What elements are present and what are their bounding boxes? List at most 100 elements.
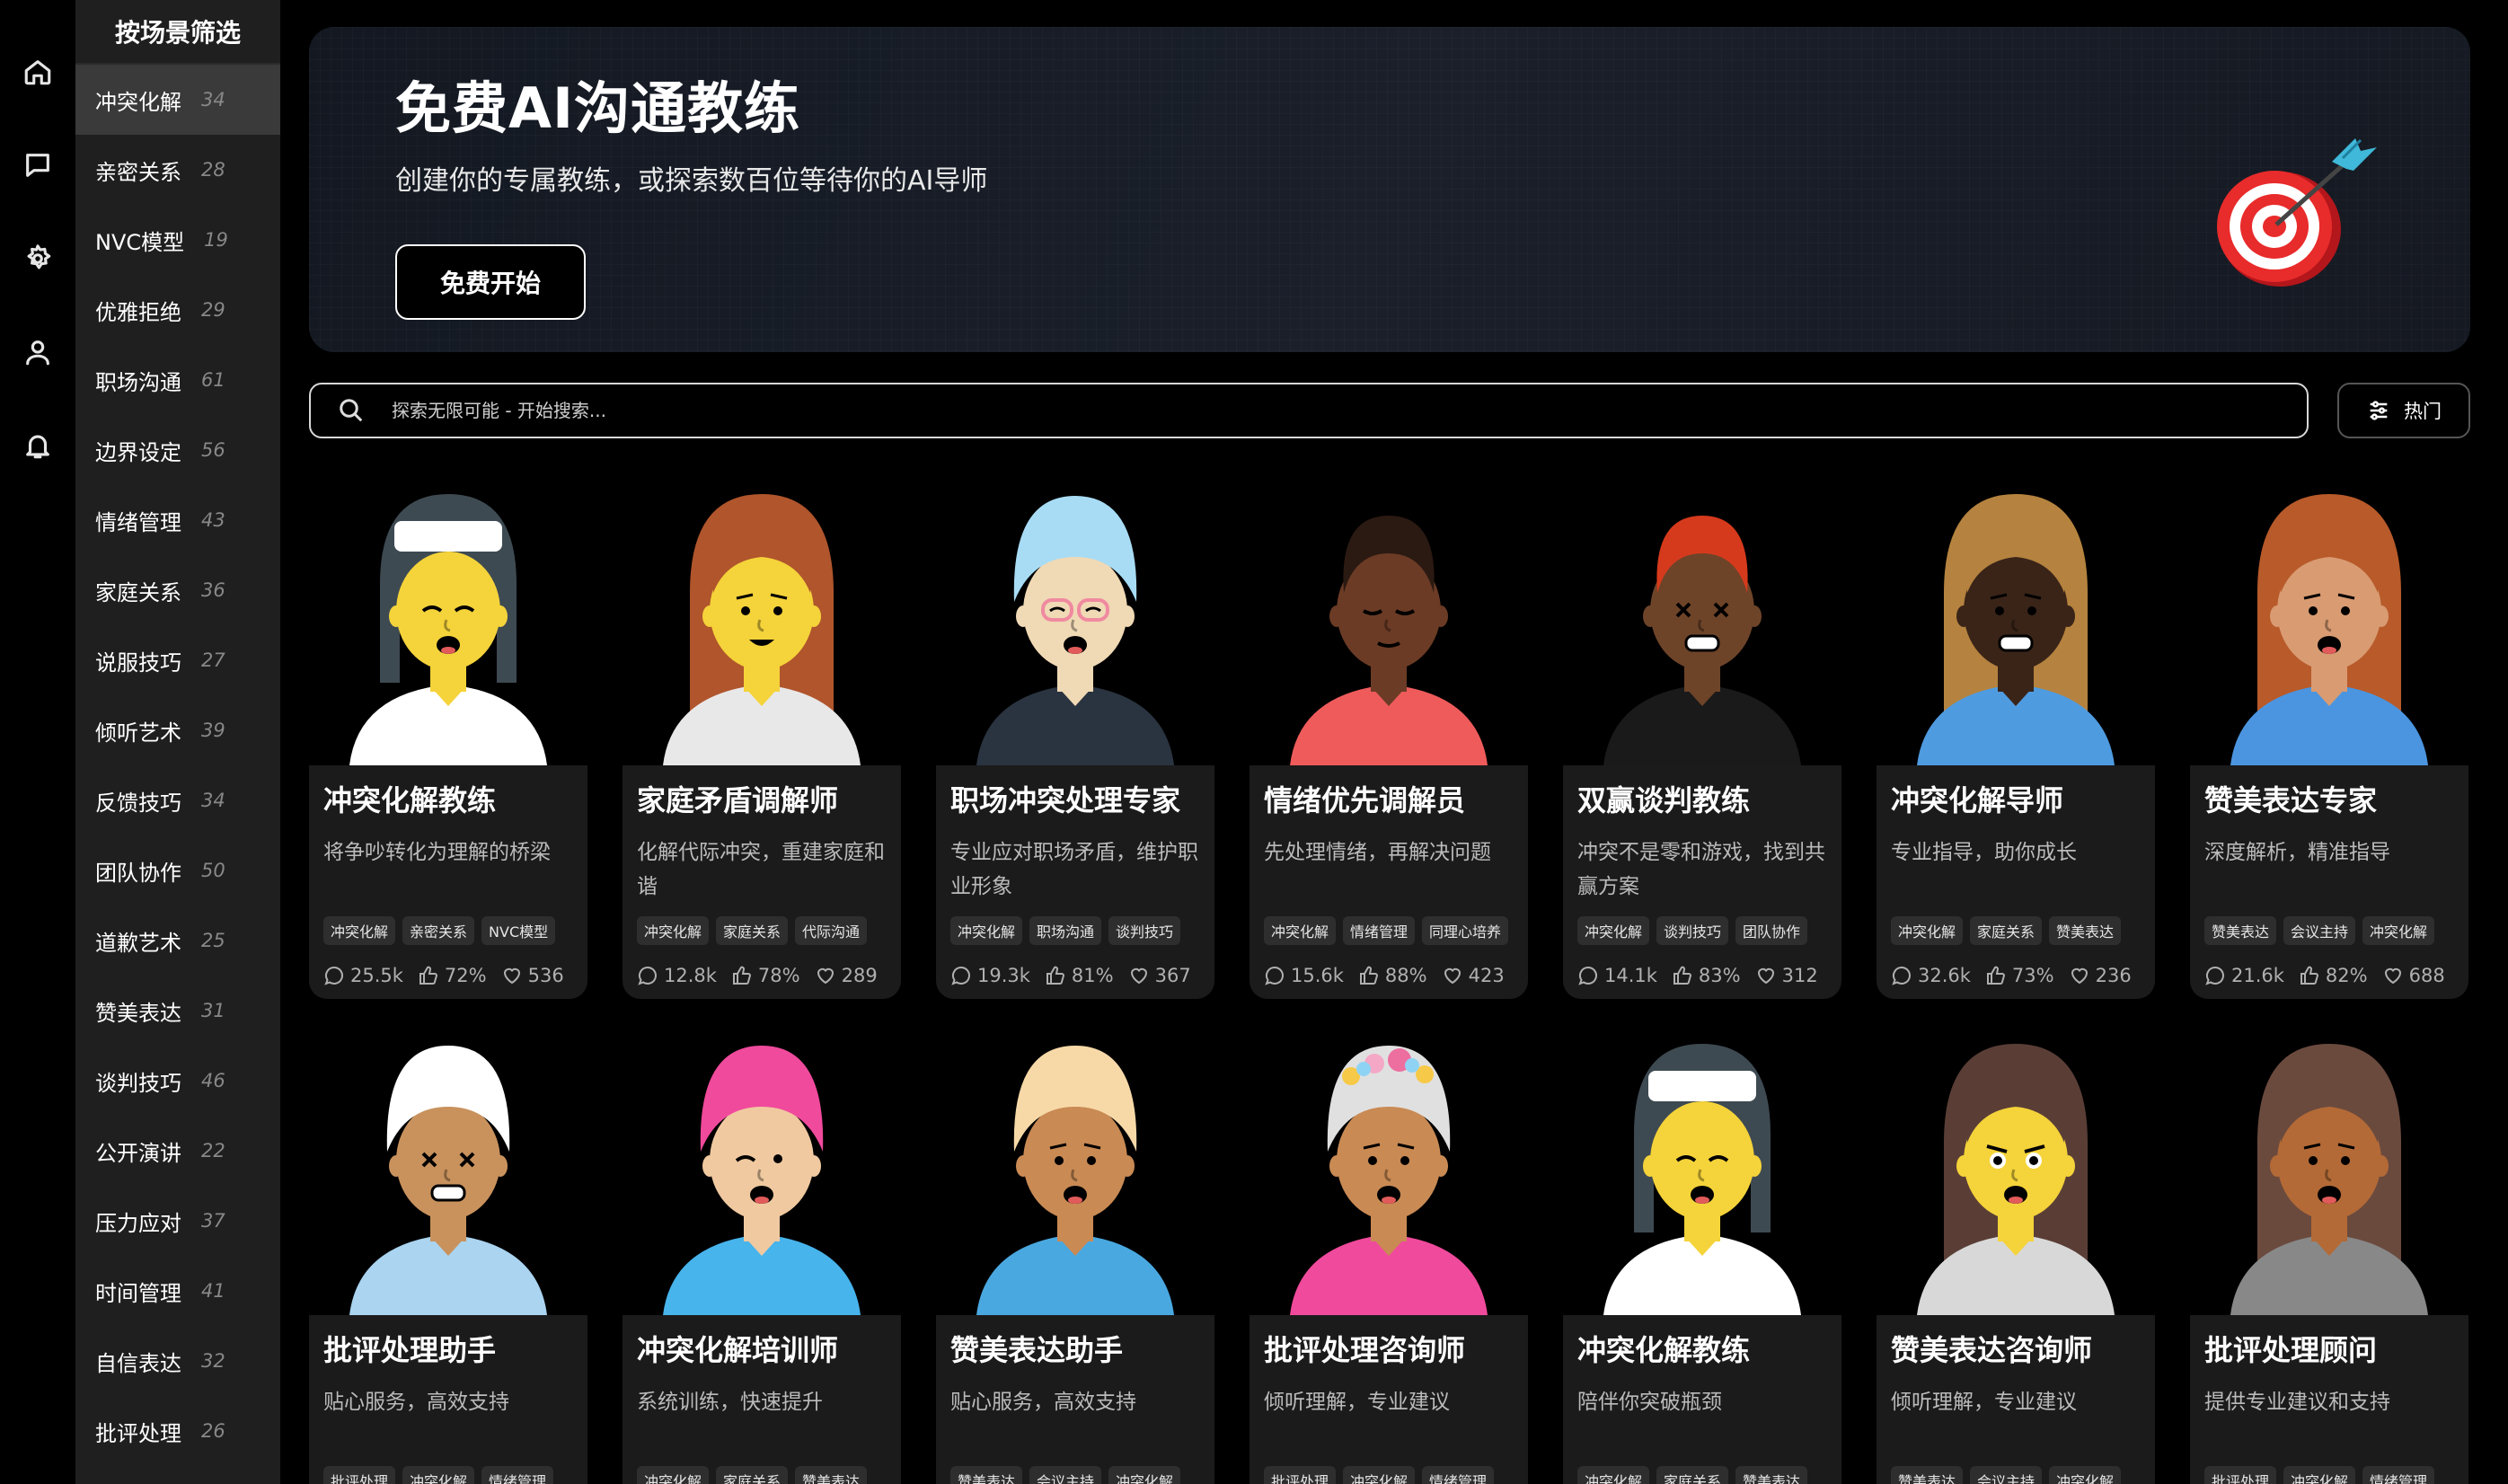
user-icon[interactable]: [20, 334, 56, 370]
tag-chip[interactable]: 家庭关系: [1970, 916, 2043, 945]
coach-card[interactable]: 赞美表达咨询师 倾听理解，专业建议 赞美表达 会议主持 冲突化解: [1877, 1017, 2155, 1484]
tag-chip[interactable]: 赞美表达: [950, 1466, 1023, 1484]
tag-chip[interactable]: 会议主持: [2283, 916, 2356, 945]
comment-count: 15.6k: [1291, 965, 1344, 986]
coach-card[interactable]: 家庭矛盾调解师 化解代际冲突，重建家庭和谐 冲突化解 家庭关系 代际沟通 12.8k 7…: [623, 467, 901, 999]
tag-chip[interactable]: 冲突化解: [1891, 916, 1964, 945]
tag-chip[interactable]: 家庭关系: [1656, 1466, 1729, 1484]
sort-filter-button[interactable]: 热门: [2337, 383, 2470, 438]
tag-chip[interactable]: 家庭关系: [716, 1466, 789, 1484]
tag-chip[interactable]: 赞美表达: [1891, 1466, 1964, 1484]
coach-card[interactable]: 冲突化解教练 陪伴你突破瓶颈 冲突化解 家庭关系 赞美表达: [1563, 1017, 1841, 1484]
category-item[interactable]: 压力应对 37: [75, 1186, 280, 1256]
category-item[interactable]: 情绪管理 43: [75, 485, 280, 555]
category-item[interactable]: NVC模型 19: [75, 205, 280, 275]
tag-chip[interactable]: 团队协作: [1735, 916, 1808, 945]
tag-chip[interactable]: NVC模型: [481, 916, 556, 945]
tag-chip[interactable]: 谈判技巧: [1656, 916, 1729, 945]
tag-chip[interactable]: 同理心培养: [1422, 916, 1509, 945]
tag-chip[interactable]: 冲突化解: [1108, 1466, 1181, 1484]
like-stat: 83%: [1672, 965, 1741, 986]
tag-chip[interactable]: 冲突化解: [1343, 1466, 1416, 1484]
tag-chip[interactable]: 赞美表达: [1735, 1466, 1808, 1484]
search-bar[interactable]: [309, 383, 2309, 438]
tag-chip[interactable]: 批评处理: [2204, 1466, 2277, 1484]
category-item[interactable]: 批评处理 26: [75, 1396, 280, 1466]
category-label: 职场沟通: [95, 369, 181, 395]
coach-card[interactable]: 职场冲突处理专家 专业应对职场矛盾，维护职业形象 冲突化解 职场沟通 谈判技巧 19.3…: [936, 467, 1214, 999]
avatar-illustration: [663, 1046, 861, 1315]
tag-chip[interactable]: 代际沟通: [795, 916, 868, 945]
tag-chip[interactable]: 冲突化解: [1577, 1466, 1650, 1484]
heart-stat: 312: [1755, 965, 1818, 986]
category-item[interactable]: 冲突化解 34: [75, 65, 280, 135]
category-item[interactable]: 公开演讲 22: [75, 1116, 280, 1186]
tag-chip[interactable]: 冲突化解: [2049, 1466, 2122, 1484]
tag-chip[interactable]: 批评处理: [1264, 1466, 1337, 1484]
tag-chip[interactable]: 冲突化解: [1264, 916, 1337, 945]
tag-chip[interactable]: 赞美表达: [795, 1466, 868, 1484]
comment-icon: [1892, 966, 1911, 985]
coach-card[interactable]: 冲突化解教练 将争吵转化为理解的桥梁 冲突化解 亲密关系 NVC模型 25.5k 72%…: [309, 467, 587, 999]
category-item[interactable]: 赞美表达 31: [75, 976, 280, 1046]
heart-count: 367: [1154, 965, 1191, 986]
category-item[interactable]: 职场沟通 61: [75, 345, 280, 415]
heart-stat: 236: [2069, 965, 2132, 986]
category-item[interactable]: 亲密关系 28: [75, 135, 280, 205]
tag-chip[interactable]: 冲突化解: [637, 916, 710, 945]
category-item[interactable]: 时间管理 41: [75, 1256, 280, 1326]
coach-card[interactable]: 冲突化解培训师 系统训练，快速提升 冲突化解 家庭关系 赞美表达: [623, 1017, 901, 1484]
category-item[interactable]: 自信表达 32: [75, 1326, 280, 1396]
coach-card[interactable]: 赞美表达助手 贴心服务，高效支持 赞美表达 会议主持 冲突化解: [936, 1017, 1214, 1484]
tag-chip[interactable]: 会议主持: [1029, 1466, 1102, 1484]
category-item[interactable]: 团队协作 50: [75, 835, 280, 905]
tag-chip[interactable]: 谈判技巧: [1108, 916, 1181, 945]
coach-card[interactable]: 双赢谈判教练 冲突不是零和游戏，找到共赢方案 冲突化解 谈判技巧 团队协作 14.1k …: [1563, 467, 1841, 999]
tag-chip[interactable]: 职场沟通: [1029, 916, 1102, 945]
coach-card[interactable]: 情绪优先调解员 先处理情绪，再解决问题 冲突化解 情绪管理 同理心培养 15.6k 88…: [1250, 467, 1528, 999]
category-item[interactable]: 优雅拒绝 29: [75, 275, 280, 345]
tag-chip[interactable]: 情绪管理: [1343, 916, 1416, 945]
hero-title: 免费AI沟通教练: [395, 75, 801, 141]
tag-chip[interactable]: 批评处理: [323, 1466, 396, 1484]
coach-card[interactable]: 批评处理顾问 提供专业建议和支持 批评处理 冲突化解 情绪管理: [2190, 1017, 2468, 1484]
coach-card[interactable]: 赞美表达专家 深度解析，精准指导 赞美表达 会议主持 冲突化解 21.6k 82% 68…: [2190, 467, 2468, 999]
tag-chip[interactable]: 冲突化解: [2362, 916, 2435, 945]
category-item[interactable]: 谈判技巧 46: [75, 1046, 280, 1116]
heart-count: 423: [1468, 965, 1505, 986]
coach-card[interactable]: 批评处理助手 贴心服务，高效支持 批评处理 冲突化解 情绪管理: [309, 1017, 587, 1484]
search-input[interactable]: [392, 400, 2009, 421]
bell-icon[interactable]: [20, 428, 56, 464]
tag-chip[interactable]: 冲突化解: [323, 916, 396, 945]
tag-chip[interactable]: 会议主持: [1970, 1466, 2043, 1484]
coach-card[interactable]: 批评处理咨询师 倾听理解，专业建议 批评处理 冲突化解 情绪管理: [1250, 1017, 1528, 1484]
sliders-icon: [2370, 401, 2388, 420]
tag-chip[interactable]: 冲突化解: [2283, 1466, 2356, 1484]
tag-chip[interactable]: 赞美表达: [2049, 916, 2122, 945]
category-item[interactable]: 边界设定 56: [75, 415, 280, 485]
tag-chip[interactable]: 冲突化解: [637, 1466, 710, 1484]
free-start-button[interactable]: 免费开始: [395, 244, 586, 320]
card-title: 职场冲突处理专家: [950, 783, 1181, 817]
tag-chip[interactable]: 情绪管理: [481, 1466, 554, 1484]
tag-chip[interactable]: 冲突化解: [402, 1466, 475, 1484]
settings-icon[interactable]: [20, 241, 56, 277]
tag-chip[interactable]: 冲突化解: [950, 916, 1023, 945]
category-item[interactable]: 道歉艺术 25: [75, 905, 280, 976]
home-icon[interactable]: [20, 54, 56, 90]
tag-chip[interactable]: 亲密关系: [402, 916, 475, 945]
coach-card[interactable]: 冲突化解导师 专业指导，助你成长 冲突化解 家庭关系 赞美表达 32.6k 73% 23…: [1877, 467, 2155, 999]
filter-label: 热门: [2404, 401, 2442, 422]
card-description: 倾听理解，专业建议: [1891, 1391, 2077, 1414]
category-item[interactable]: 家庭关系 36: [75, 555, 280, 625]
chat-icon[interactable]: [20, 147, 56, 183]
category-item[interactable]: 说服技巧 27: [75, 625, 280, 695]
tag-chip[interactable]: 家庭关系: [716, 916, 789, 945]
tag-chip[interactable]: 赞美表达: [2204, 916, 2277, 945]
tag-chip[interactable]: 冲突化解: [1577, 916, 1650, 945]
category-item[interactable]: 反馈技巧 34: [75, 765, 280, 835]
avatar-illustration: [1290, 1046, 1488, 1315]
tag-chip[interactable]: 情绪管理: [1422, 1466, 1495, 1484]
category-item[interactable]: 倾听艺术 39: [75, 695, 280, 765]
tag-chip[interactable]: 情绪管理: [2362, 1466, 2435, 1484]
